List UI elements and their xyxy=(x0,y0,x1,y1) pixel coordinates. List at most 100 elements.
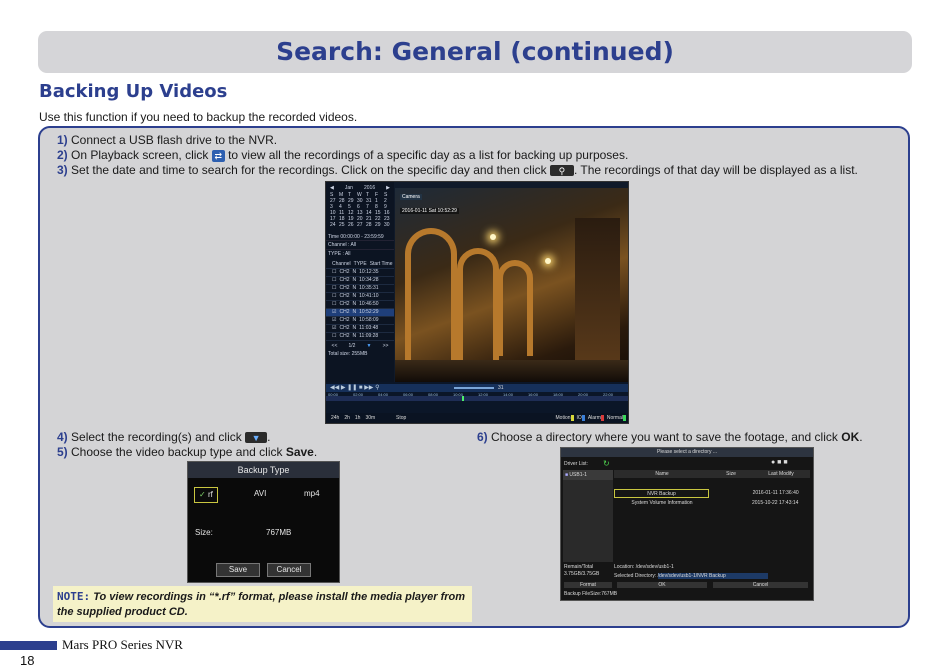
legend-item: Normal xyxy=(606,415,626,421)
checkbox-icon[interactable]: ☐ xyxy=(332,285,336,292)
usb-label: USB1-1 xyxy=(569,472,587,478)
calendar-year[interactable]: 2016 xyxy=(364,185,375,191)
time-range-button[interactable]: 24h xyxy=(331,415,339,421)
recording-cell: 10:58:09 xyxy=(359,317,379,323)
recording-row[interactable]: ☐ CH2 N 10:41:10 xyxy=(326,293,394,301)
usb-drive-item[interactable]: ■ USB1-1 xyxy=(563,470,613,480)
step-number: 3) xyxy=(57,163,68,177)
next-page-icon[interactable]: >> xyxy=(383,343,389,349)
channel-select[interactable]: Channel : All xyxy=(326,240,394,249)
selected-directory-field[interactable]: /dev/sdev/usb1-1/NVR Backup xyxy=(657,573,768,579)
option-label: rf xyxy=(207,490,213,499)
lamp xyxy=(490,234,496,240)
recording-row[interactable]: ☐ CH2 N 10:12:35 xyxy=(326,269,394,277)
checkbox-icon[interactable]: ☐ xyxy=(332,333,336,340)
format-option-mp4[interactable]: mp4 xyxy=(304,487,320,501)
file-row[interactable]: System Volume Information 2015-10-22 17:… xyxy=(614,499,810,508)
selected-label: Selected Directory: xyxy=(614,573,657,579)
recording-cell: 10:46:50 xyxy=(359,301,379,307)
search-icon: ⚲ xyxy=(549,165,574,177)
recording-cell: CH2 xyxy=(339,269,350,275)
playback-buttons-icon[interactable]: ◀◀ ▶ ❚❚ ■ ▶▶ ⚲ xyxy=(330,384,379,392)
recording-cell: 10:52:29 xyxy=(359,309,379,315)
file-columns: Name Size Last Modify xyxy=(614,470,810,478)
playback-controls: ◀◀ ▶ ❚❚ ■ ▶▶ ⚲ 31 xyxy=(326,384,628,392)
calendar-day[interactable]: 26 xyxy=(348,222,355,228)
prev-page-icon[interactable]: << xyxy=(332,343,338,349)
cancel-button[interactable]: Cancel xyxy=(713,582,808,588)
checkbox-icon[interactable]: ☐ xyxy=(332,301,336,308)
recording-cell: N xyxy=(352,285,357,291)
list-column-header: TYPE xyxy=(353,261,367,267)
time-range-button[interactable]: 2h xyxy=(344,415,350,421)
calendar-day[interactable]: 29 xyxy=(375,222,382,228)
cancel-button[interactable]: Cancel xyxy=(267,563,311,577)
calendar-day[interactable]: 27 xyxy=(357,222,364,228)
step-text: . The recordings of that day will be dis… xyxy=(573,163,858,177)
stop-button[interactable]: Stop xyxy=(396,413,406,423)
file-name: System Volume Information xyxy=(631,500,693,506)
driver-list-label: Driver List: xyxy=(564,461,588,467)
file-row[interactable]: NVR Backup 2016-01-11 17:36:40 xyxy=(614,489,810,498)
recording-cell: 10:35:31 xyxy=(359,285,379,291)
time-range-button[interactable]: 30m xyxy=(365,415,375,421)
checkbox-icon[interactable]: ☐ xyxy=(332,277,336,284)
zoom-slider[interactable] xyxy=(454,387,494,389)
checkbox-icon[interactable]: ☐ xyxy=(332,293,336,300)
step-text: . xyxy=(859,430,863,444)
recording-row[interactable]: ☑ CH2 N 11:03:48 xyxy=(326,325,394,333)
list-header: Channel TYPE Start Time xyxy=(326,261,394,269)
refresh-icon[interactable]: ↻ xyxy=(603,459,610,468)
backup-type-dialog: Backup Type ✓ rf AVI mp4 Size: 767MB Sav… xyxy=(187,461,340,583)
backup-icon[interactable]: ▼ xyxy=(367,343,372,349)
type-select[interactable]: TYPE : All xyxy=(326,249,394,258)
recording-row[interactable]: ☑ CH2 N 10:58:09 xyxy=(326,317,394,325)
timeline-cursor[interactable] xyxy=(462,396,464,401)
chevron-right-icon[interactable]: ▶ xyxy=(386,185,390,191)
calendar-day[interactable]: 25 xyxy=(339,222,346,228)
format-option-avi[interactable]: AVI xyxy=(254,487,266,501)
pager: << 1/2 ▼ >> xyxy=(326,341,394,349)
checkbox-icon[interactable]: ☑ xyxy=(332,309,336,316)
legend-item: Motion xyxy=(555,415,574,421)
column-size[interactable]: Size xyxy=(710,470,752,478)
calendar-day[interactable]: 30 xyxy=(384,222,391,228)
note-box: NOTE: To view recordings in “*.rf” forma… xyxy=(53,586,472,622)
calendar-day[interactable]: 24 xyxy=(330,222,337,228)
calendar-week: 24 25 26 27 28 29 30 xyxy=(326,222,394,228)
calendar-header: ◀ Jan 2016 ▶ xyxy=(326,182,394,192)
recording-list: Channel TYPE Start Time ☐ CH2 N 10:12:35 ☐ CH2 N 1… xyxy=(326,261,394,341)
dialog-title: Please select a directory ... xyxy=(561,448,813,457)
format-option-rf[interactable]: ✓ rf xyxy=(194,487,218,503)
save-button[interactable]: Save xyxy=(216,563,260,577)
chevron-left-icon[interactable]: ◀ xyxy=(330,185,334,191)
recording-row[interactable]: ☑ CH2 N 10:52:29 xyxy=(326,309,394,317)
recording-cell: CH2 xyxy=(339,277,350,283)
time-range[interactable]: Time 00:00:00 - 23:59:59 xyxy=(326,228,394,240)
checkbox-icon[interactable]: ☑ xyxy=(332,325,336,332)
recording-row[interactable]: ☐ CH2 N 11:09:28 xyxy=(326,333,394,341)
recording-row[interactable]: ☐ CH2 N 10:34:28 xyxy=(326,277,394,285)
legend-item: Alarm xyxy=(587,415,604,421)
calendar-month[interactable]: Jan xyxy=(345,185,353,191)
calendar-day[interactable]: 28 xyxy=(366,222,373,228)
time-range-button[interactable]: 1h xyxy=(355,415,361,421)
format-button[interactable]: Format xyxy=(564,582,612,588)
size-label: Size: xyxy=(195,528,213,537)
step-number: 6) xyxy=(477,430,488,444)
timeline-track[interactable] xyxy=(326,396,628,401)
file-modified: 2015-10-22 17:43:14 xyxy=(752,500,799,506)
ok-button[interactable]: OK xyxy=(617,582,707,588)
step-text: On Playback screen, click xyxy=(71,148,209,162)
recording-cell: N xyxy=(352,301,357,307)
zoom-value: 31 xyxy=(498,385,504,391)
checkbox-icon[interactable]: ☐ xyxy=(332,269,336,276)
column-name[interactable]: Name xyxy=(614,470,710,478)
column-modified[interactable]: Last Modify xyxy=(752,470,810,478)
recording-cell: CH2 xyxy=(339,285,350,291)
checkbox-icon[interactable]: ☑ xyxy=(332,317,336,324)
step-2: 2) On Playback screen, click ⇄ to view a… xyxy=(57,148,628,163)
recording-row[interactable]: ☐ CH2 N 10:46:50 xyxy=(326,301,394,309)
folder-tools-icon[interactable]: ● ■ ■ xyxy=(771,459,788,466)
recording-row[interactable]: ☐ CH2 N 10:35:31 xyxy=(326,285,394,293)
